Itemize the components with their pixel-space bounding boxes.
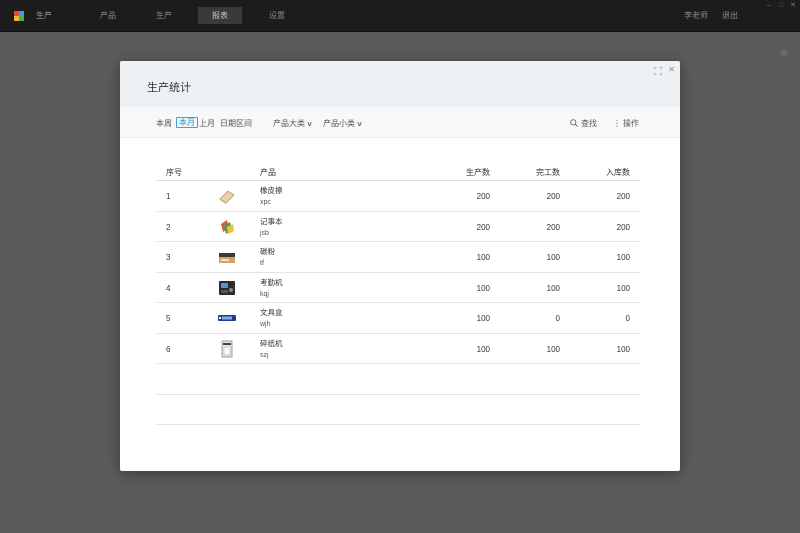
- row-no: 5: [166, 314, 171, 323]
- made-count: 200: [476, 222, 490, 232]
- category-major-dropdown[interactable]: 产品大类∨: [273, 118, 313, 129]
- filter-this-month[interactable]: 本月: [176, 117, 198, 128]
- product-name: 考勤机: [260, 277, 283, 287]
- table-header: 序号 产品 生产数 完工数 入库数: [157, 161, 640, 181]
- row-no: 2: [166, 222, 171, 232]
- search-button[interactable]: 查找: [570, 118, 597, 129]
- category-major-label: 产品大类: [273, 119, 305, 128]
- table-row[interactable]: 2 记事本 jsb 200 200 200: [157, 212, 640, 242]
- pencil-box-icon: [218, 315, 236, 321]
- actions-menu-button[interactable]: ⋮ 操作: [613, 118, 639, 129]
- row-no: 3: [166, 253, 171, 262]
- nav-item-settings[interactable]: 设置: [255, 7, 299, 24]
- nav-item-production[interactable]: 生产: [142, 7, 186, 24]
- made-count: 100: [476, 344, 490, 354]
- product-code: wjh: [260, 321, 271, 328]
- eraser-icon: [219, 190, 235, 204]
- stock-count: 0: [625, 314, 630, 323]
- dialog-header: 生产统计 ✕: [120, 61, 680, 107]
- product-name: 文具盒: [260, 308, 283, 317]
- done-count: 100: [546, 344, 560, 354]
- stock-count: 100: [616, 253, 630, 262]
- row-no: 4: [166, 283, 171, 293]
- done-count: 100: [546, 283, 560, 293]
- done-count: 100: [546, 253, 560, 262]
- product-code: kqj: [260, 290, 269, 298]
- app-name: 生产: [36, 11, 52, 20]
- stock-count: 100: [616, 344, 630, 354]
- dialog-title: 生产统计: [147, 82, 191, 94]
- stock-count: 200: [616, 192, 630, 201]
- header-done: 完工数: [536, 168, 560, 177]
- table-row[interactable]: 6 碎纸机 szj 100 100 100: [157, 334, 640, 364]
- empty-row: [157, 395, 640, 425]
- nav-item-reports[interactable]: 报表: [198, 7, 242, 24]
- gear-icon[interactable]: ⚙: [780, 48, 788, 59]
- header-product: 产品: [260, 168, 276, 177]
- actions-label: 操作: [623, 119, 639, 128]
- stock-count: 200: [616, 222, 630, 232]
- header-made: 生产数: [466, 168, 490, 177]
- header-no: 序号: [166, 168, 182, 177]
- product-name: 碳粉: [260, 247, 275, 256]
- made-count: 100: [476, 314, 490, 323]
- product-code: jsb: [260, 229, 269, 237]
- minimize-icon[interactable]: –: [764, 2, 774, 10]
- made-count: 200: [476, 192, 490, 201]
- product-code: szj: [260, 351, 269, 359]
- made-count: 100: [476, 253, 490, 262]
- done-count: 200: [546, 192, 560, 201]
- filter-date-range[interactable]: 日期区间: [220, 118, 252, 129]
- app-logo-icon: [14, 11, 24, 21]
- toner-icon: [219, 253, 235, 263]
- nav-item-products[interactable]: 产品: [86, 7, 130, 24]
- maximize-icon[interactable]: □: [776, 2, 786, 10]
- done-count: 200: [546, 222, 560, 232]
- category-minor-dropdown[interactable]: 产品小类∨: [323, 118, 363, 129]
- search-icon: [570, 119, 578, 127]
- user-name[interactable]: 李老师: [684, 10, 708, 21]
- notebook-icon: [221, 219, 234, 234]
- made-count: 100: [476, 283, 490, 293]
- product-code: tf: [260, 260, 264, 267]
- product-name: 碎纸机: [260, 338, 283, 348]
- chevron-down-icon: ∨: [306, 121, 313, 128]
- table-row[interactable]: 3 碳粉 tf 100 100 100: [157, 242, 640, 273]
- filter-this-week[interactable]: 本周: [156, 118, 172, 129]
- done-count: 0: [555, 314, 560, 323]
- row-no: 6: [166, 344, 171, 354]
- row-no: 1: [166, 192, 171, 201]
- close-window-icon[interactable]: ✕: [788, 2, 798, 10]
- table-row[interactable]: 1 橡皮擦 xpc 200 200 200: [157, 181, 640, 212]
- close-icon[interactable]: ✕: [668, 65, 675, 74]
- category-minor-label: 产品小类: [323, 119, 355, 128]
- top-bar: 生产 产品 生产 报表 设置 李老师 退出 – □ ✕: [0, 0, 800, 32]
- attendance-machine-icon: [219, 280, 235, 295]
- production-stats-dialog: 生产统计 ✕ 本周 本月 上月 日期区间 产品大类∨ 产品小类∨ 查找 ⋮ 操作 …: [120, 61, 680, 471]
- product-name: 橡皮擦: [260, 186, 283, 195]
- stock-count: 100: [616, 283, 630, 293]
- product-name: 记事本: [260, 216, 283, 226]
- fullscreen-icon[interactable]: [654, 67, 662, 75]
- search-label: 查找: [581, 119, 597, 128]
- filter-bar: 本周 本月 上月 日期区间 产品大类∨ 产品小类∨ 查找 ⋮ 操作: [120, 107, 680, 138]
- stats-table: 序号 产品 生产数 完工数 入库数 1 橡皮擦 xpc 200 200 200 …: [157, 161, 640, 425]
- filter-last-month[interactable]: 上月: [199, 118, 215, 129]
- product-code: xpc: [260, 199, 271, 206]
- header-stock: 入库数: [606, 168, 630, 177]
- logout-link[interactable]: 退出: [722, 10, 738, 21]
- shredder-icon: [221, 340, 233, 357]
- table-row[interactable]: 5 文具盒 wjh 100 0 0: [157, 303, 640, 334]
- table-row[interactable]: 4 考勤机 kqj 100 100 100: [157, 273, 640, 303]
- more-vertical-icon: ⋮: [613, 119, 621, 128]
- empty-row: [157, 364, 640, 395]
- chevron-down-icon: ∨: [356, 121, 363, 128]
